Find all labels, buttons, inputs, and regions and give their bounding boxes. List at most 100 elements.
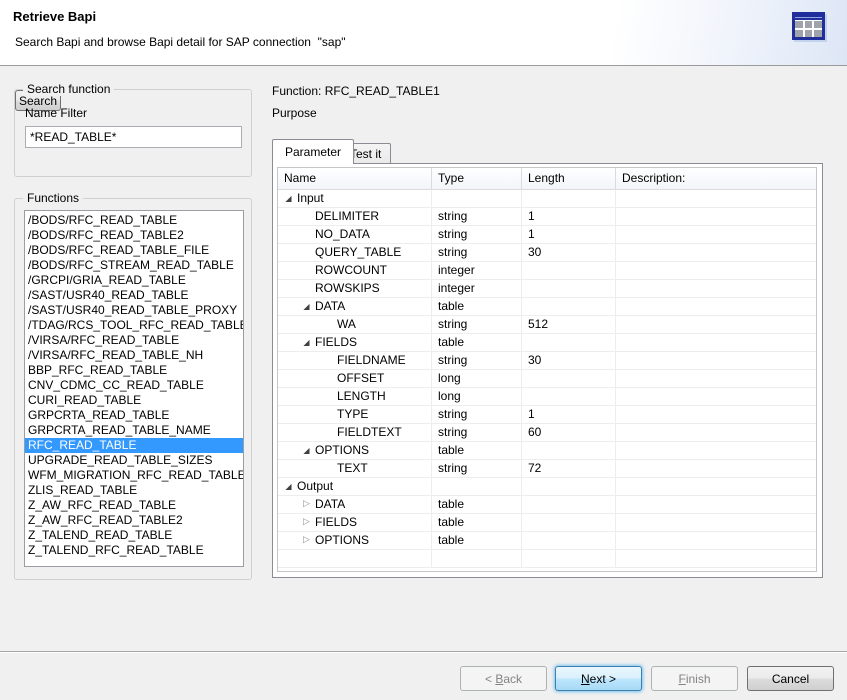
- function-list-item[interactable]: /GRCPI/GRIA_READ_TABLE: [25, 273, 243, 288]
- param-row[interactable]: ▷DATAtable: [278, 496, 816, 514]
- finish-button[interactable]: Finish: [651, 666, 738, 691]
- param-row[interactable]: ◢Output: [278, 478, 816, 496]
- param-row[interactable]: DELIMITERstring1: [278, 208, 816, 226]
- param-length: [522, 334, 616, 351]
- expand-toggle-icon[interactable]: ▷: [301, 532, 312, 549]
- param-type: string: [432, 406, 522, 423]
- column-header-name[interactable]: Name: [278, 168, 432, 189]
- collapse-toggle-icon[interactable]: ◢: [301, 442, 312, 459]
- param-name: TYPE: [337, 407, 368, 421]
- retrieve-bapi-dialog: Retrieve Bapi Search Bapi and browse Bap…: [0, 0, 847, 700]
- param-row[interactable]: QUERY_TABLEstring30: [278, 244, 816, 262]
- param-name: OPTIONS: [315, 443, 369, 457]
- function-list-item[interactable]: CURI_READ_TABLE: [25, 393, 243, 408]
- param-row[interactable]: [278, 550, 816, 568]
- param-name: FIELDTEXT: [337, 425, 402, 439]
- param-name: FIELDS: [315, 335, 357, 349]
- param-length: 512: [522, 316, 616, 333]
- param-description: [616, 244, 816, 261]
- param-description: [616, 478, 816, 495]
- function-list-item[interactable]: /BODS/RFC_READ_TABLE: [25, 213, 243, 228]
- selected-function-label: Function: RFC_READ_TABLE1: [272, 84, 440, 98]
- search-function-group: Search function Name Filter Search: [14, 89, 252, 177]
- function-list-item[interactable]: BBP_RFC_READ_TABLE: [25, 363, 243, 378]
- next-button[interactable]: Next >: [555, 666, 642, 691]
- param-row[interactable]: OFFSETlong: [278, 370, 816, 388]
- param-name: OFFSET: [337, 371, 384, 385]
- param-name: DATA: [315, 299, 345, 313]
- param-description: [616, 316, 816, 333]
- param-row[interactable]: TYPEstring1: [278, 406, 816, 424]
- param-row[interactable]: LENGTHlong: [278, 388, 816, 406]
- param-type: string: [432, 226, 522, 243]
- param-row[interactable]: ◢FIELDS table: [278, 334, 816, 352]
- param-description: [616, 190, 816, 207]
- back-button[interactable]: < Back: [460, 666, 547, 691]
- param-description: [616, 262, 816, 279]
- param-type: table: [432, 496, 522, 513]
- param-row[interactable]: ROWSKIPSinteger: [278, 280, 816, 298]
- column-header-description[interactable]: Description:: [616, 168, 816, 189]
- function-list-item[interactable]: UPGRADE_READ_TABLE_SIZES: [25, 453, 243, 468]
- functions-list[interactable]: /BODS/RFC_READ_TABLE/BODS/RFC_READ_TABLE…: [24, 210, 244, 567]
- page-subtitle: Search Bapi and browse Bapi detail for S…: [15, 35, 346, 49]
- param-length: [522, 550, 616, 567]
- column-header-type[interactable]: Type: [432, 168, 522, 189]
- name-filter-input[interactable]: [25, 126, 242, 148]
- param-type: table: [432, 334, 522, 351]
- param-row[interactable]: ▷FIELDStable: [278, 514, 816, 532]
- collapse-toggle-icon[interactable]: ◢: [283, 478, 294, 495]
- param-row[interactable]: ROWCOUNTinteger: [278, 262, 816, 280]
- parameter-table-header: Name Type Length Description:: [278, 168, 816, 190]
- function-list-item[interactable]: CNV_CDMC_CC_READ_TABLE: [25, 378, 243, 393]
- function-list-item[interactable]: Z_AW_RFC_READ_TABLE2: [25, 513, 243, 528]
- expand-toggle-icon[interactable]: ▷: [301, 496, 312, 513]
- function-list-item[interactable]: /TDAG/RCS_TOOL_RFC_READ_TABLE: [25, 318, 243, 333]
- function-list-item[interactable]: /VIRSA/RFC_READ_TABLE: [25, 333, 243, 348]
- param-name: ROWSKIPS: [315, 281, 380, 295]
- param-row[interactable]: ▷OPTIONStable: [278, 532, 816, 550]
- cancel-button[interactable]: Cancel: [747, 666, 834, 691]
- collapse-toggle-icon[interactable]: ◢: [301, 298, 312, 315]
- function-list-item[interactable]: /VIRSA/RFC_READ_TABLE_NH: [25, 348, 243, 363]
- function-list-item[interactable]: /SAST/USR40_READ_TABLE_PROXY: [25, 303, 243, 318]
- param-length: [522, 298, 616, 315]
- param-row[interactable]: ◢Input: [278, 190, 816, 208]
- function-list-item[interactable]: Z_TALEND_RFC_READ_TABLE: [25, 543, 243, 558]
- column-header-length[interactable]: Length: [522, 168, 616, 189]
- param-row[interactable]: TEXTstring72: [278, 460, 816, 478]
- param-name: FIELDS: [315, 515, 357, 529]
- param-row[interactable]: ◢DATAtable: [278, 298, 816, 316]
- param-type: string: [432, 424, 522, 441]
- param-description: [616, 514, 816, 531]
- function-list-item[interactable]: GRPCRTA_READ_TABLE_NAME: [25, 423, 243, 438]
- function-list-item[interactable]: WFM_MIGRATION_RFC_READ_TABLE: [25, 468, 243, 483]
- function-list-item[interactable]: ZLIS_READ_TABLE: [25, 483, 243, 498]
- param-row[interactable]: NO_DATAstring1: [278, 226, 816, 244]
- param-name: DELIMITER: [315, 209, 379, 223]
- param-length: 30: [522, 244, 616, 261]
- function-list-item[interactable]: GRPCRTA_READ_TABLE: [25, 408, 243, 423]
- function-list-item[interactable]: Z_TALEND_READ_TABLE: [25, 528, 243, 543]
- expand-toggle-icon[interactable]: ▷: [301, 514, 312, 531]
- function-list-item[interactable]: /SAST/USR40_READ_TABLE: [25, 288, 243, 303]
- param-description: [616, 550, 816, 567]
- collapse-toggle-icon[interactable]: ◢: [301, 334, 312, 351]
- param-length: [522, 280, 616, 297]
- function-list-item[interactable]: Z_AW_RFC_READ_TABLE: [25, 498, 243, 513]
- function-list-item[interactable]: RFC_READ_TABLE: [25, 438, 243, 453]
- param-length: 60: [522, 424, 616, 441]
- param-row[interactable]: WAstring512: [278, 316, 816, 334]
- tab-parameter[interactable]: Parameter: [272, 139, 354, 164]
- function-list-item[interactable]: /BODS/RFC_STREAM_READ_TABLE: [25, 258, 243, 273]
- param-row[interactable]: ◢OPTIONStable: [278, 442, 816, 460]
- function-list-item[interactable]: /BODS/RFC_READ_TABLE_FILE: [25, 243, 243, 258]
- param-length: 30: [522, 352, 616, 369]
- param-row[interactable]: FIELDNAMEstring30: [278, 352, 816, 370]
- param-length: 1: [522, 226, 616, 243]
- param-row[interactable]: FIELDTEXT string60: [278, 424, 816, 442]
- function-list-item[interactable]: /BODS/RFC_READ_TABLE2: [25, 228, 243, 243]
- functions-group: Functions /BODS/RFC_READ_TABLE/BODS/RFC_…: [14, 198, 252, 580]
- param-type: string: [432, 208, 522, 225]
- collapse-toggle-icon[interactable]: ◢: [283, 190, 294, 207]
